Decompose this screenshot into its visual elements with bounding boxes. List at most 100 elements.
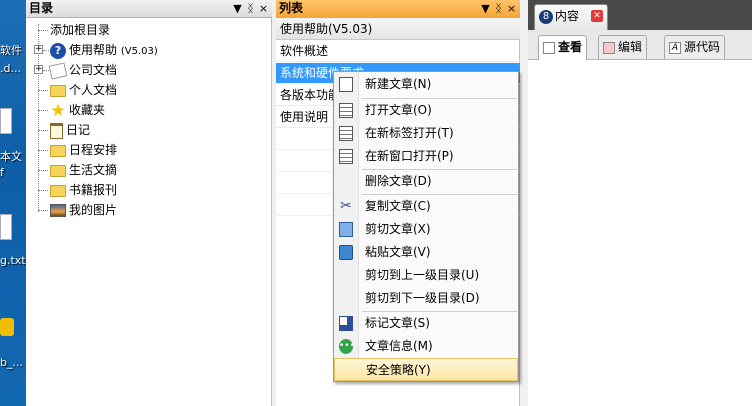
tree-item-label: 收藏夹 (69, 103, 106, 117)
menu-item-mark-article[interactable]: 标记文章(S) (334, 312, 518, 335)
tree-connector (38, 210, 48, 211)
menu-item-delete-article[interactable]: 删除文章(D) (334, 170, 518, 193)
menu-item-open-new-window[interactable]: 在新窗口打开(P) (334, 145, 518, 168)
tab-view[interactable]: 查看 (538, 35, 588, 60)
menu-item-open-new-tab[interactable]: 在新标签打开(T) (334, 122, 518, 145)
tab-label: 查看 (558, 40, 583, 54)
tree-connector (38, 190, 48, 191)
menu-item-cut-to-child[interactable]: 剪切到下一级目录(D) (334, 287, 518, 310)
list-panel-title: 列表 (279, 1, 304, 15)
tab-label: 内容 (555, 9, 580, 23)
folder-icon (50, 144, 66, 157)
menu-item-new-article[interactable]: 新建文章(N) (334, 73, 518, 96)
close-icon[interactable]: × (505, 0, 518, 17)
tree-item-books[interactable]: 书籍报刊 (50, 180, 117, 200)
pin-icon[interactable]: ᛝ (244, 0, 257, 17)
menu-item-cut-article[interactable]: 剪切文章(X) (334, 218, 518, 241)
menu-item-security-policy[interactable]: 安全策略(Y) (334, 358, 518, 381)
tree-connector (38, 130, 48, 131)
mark-icon (339, 316, 353, 331)
tab-number-badge: 8 (539, 9, 553, 24)
menu-item-label: 剪切到下一级目录(D) (365, 291, 480, 305)
menu-item-cut-to-parent[interactable]: 剪切到上一级目录(U) (334, 264, 518, 287)
list-item[interactable]: 软件概述 (276, 41, 520, 62)
tree-item-add-root[interactable]: 添加根目录 (50, 20, 110, 40)
desktop-strip: 软件 .d... 本文 f g.txt b_... (0, 0, 26, 406)
close-tab-icon[interactable]: ✕ (591, 10, 603, 22)
dropdown-icon[interactable]: ▼ (479, 0, 492, 17)
content-tab-bar: 8 内容 ✕ (528, 0, 752, 30)
paste-icon (339, 245, 353, 260)
close-icon[interactable]: × (257, 0, 270, 17)
tree-item-life-digest[interactable]: 生活文摘 (50, 160, 117, 180)
tree-connector (38, 30, 48, 31)
tab-edit[interactable]: 编辑 (598, 35, 648, 59)
tree-item-help[interactable]: ? 使用帮助 (V5.03) (50, 40, 158, 60)
menu-item-article-info[interactable]: ••• 文章信息(M) (334, 335, 518, 358)
menu-item-label: 复制文章(C) (365, 199, 431, 213)
menu-item-label: 剪切到上一级目录(U) (365, 268, 480, 282)
tree-item-schedule[interactable]: 日程安排 (50, 140, 117, 160)
desktop-icon-label[interactable]: b_... (0, 356, 23, 369)
dropdown-icon[interactable]: ▼ (231, 0, 244, 17)
tree-connector (38, 170, 48, 171)
tree-connector (38, 110, 48, 111)
list-panel-header: 列表 ▼ ᛝ × (276, 0, 520, 18)
context-menu: 新建文章(N) 打开文章(O) 在新标签打开(T) 在新窗口打开(P) 删除文章… (333, 71, 519, 382)
menu-item-label: 粘贴文章(V) (365, 245, 431, 259)
tree-item-label: 使用帮助 (69, 43, 118, 57)
desktop-icon-label[interactable]: .d... (0, 62, 21, 75)
new-tab-icon (339, 126, 353, 141)
menu-item-label: 在新标签打开(T) (365, 126, 454, 140)
menu-item-label: 在新窗口打开(P) (365, 149, 454, 163)
tree-item-pictures[interactable]: 我的图片 (50, 200, 117, 220)
source-code-icon: A (669, 41, 681, 54)
view-mode-tabs: 查看 编辑 A 源代码 (528, 30, 752, 60)
tree-panel-header: 目录 ▼ ᛝ × (26, 0, 272, 18)
desktop-icon-label[interactable]: g.txt (0, 254, 26, 267)
tab-label: 编辑 (618, 40, 643, 54)
tree-item-label: 添加根目录 (50, 23, 111, 37)
tree-connector (38, 90, 48, 91)
menu-item-paste-article[interactable]: 粘贴文章(V) (334, 241, 518, 264)
tree-item-diary[interactable]: 日记 (50, 120, 90, 140)
directory-tree: 添加根目录 + ? 使用帮助 (V5.03) + 公司文档 个人文档 ★ 收藏夹 日… (26, 18, 272, 406)
tree-item-label: 个人文档 (69, 83, 118, 97)
tree-item-favorites[interactable]: ★ 收藏夹 (50, 100, 105, 120)
document-icon (48, 61, 68, 80)
tree-item-company-docs[interactable]: 公司文档 (48, 60, 118, 80)
star-icon: ★ (50, 100, 66, 121)
folder-icon (50, 184, 66, 197)
tree-item-label: 公司文档 (69, 63, 118, 77)
folder-icon (50, 84, 66, 97)
copy-icon (339, 222, 353, 237)
menu-item-label: 标记文章(S) (365, 316, 430, 330)
tree-item-label: 日程安排 (69, 143, 118, 157)
menu-item-label: 新建文章(N) (365, 77, 432, 91)
tab-label: 源代码 (684, 40, 721, 54)
menu-item-label: 文章信息(M) (365, 339, 433, 353)
clipboard-icon (50, 122, 63, 139)
desktop-icon-label[interactable]: f (0, 166, 4, 179)
tree-item-label: 我的图片 (69, 203, 118, 217)
desktop-file-icon[interactable] (0, 108, 12, 134)
edit-icon (603, 41, 615, 54)
desktop-icon-label[interactable]: 软件 (0, 42, 22, 58)
expand-toggle-icon[interactable]: + (34, 65, 43, 74)
expand-toggle-icon[interactable]: + (34, 45, 43, 54)
gear-icon[interactable] (0, 318, 14, 336)
new-window-icon (339, 149, 353, 164)
tree-item-version: (V5.03) (120, 46, 158, 57)
tree-connector (38, 150, 48, 151)
tree-item-personal-docs[interactable]: 个人文档 (50, 80, 117, 100)
desktop-icon-label[interactable]: 本文 (0, 148, 22, 164)
pin-icon[interactable]: ᛝ (492, 0, 505, 17)
menu-item-label: 打开文章(O) (365, 103, 432, 117)
tab-source-code[interactable]: A 源代码 (664, 35, 726, 59)
picture-icon (50, 204, 66, 217)
desktop-file-icon[interactable] (0, 214, 12, 240)
menu-item-copy-article[interactable]: ✂ 复制文章(C) (334, 195, 518, 218)
menu-item-label: 删除文章(D) (365, 174, 432, 188)
tab-content[interactable]: 8 内容 ✕ (534, 4, 608, 30)
menu-item-open-article[interactable]: 打开文章(O) (334, 99, 518, 122)
